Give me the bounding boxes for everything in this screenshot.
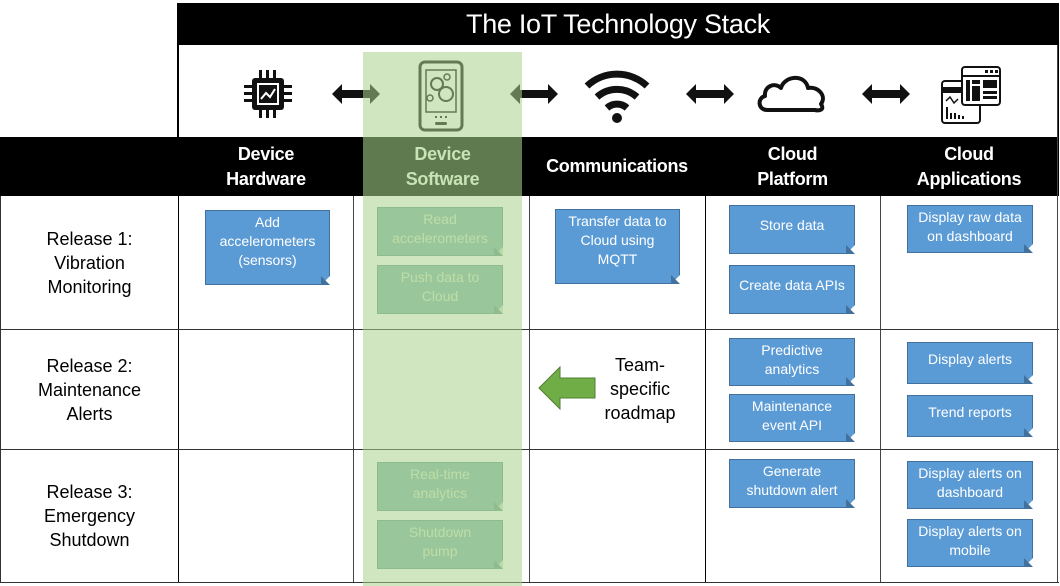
left-arrow-icon xyxy=(538,366,596,410)
note-predictive-analytics: Predictive analytics xyxy=(729,338,855,386)
column-header-device-hardware: Device Hardware xyxy=(226,143,306,189)
grid-line xyxy=(880,196,881,583)
column-header-device-software: Device Software xyxy=(405,143,480,189)
note-display-raw-data: Display raw data on dashboard xyxy=(907,205,1033,253)
cloud-icon xyxy=(755,70,829,114)
note-store-data: Store data xyxy=(729,205,855,254)
note-push-data-to-cloud: Push data to Cloud xyxy=(377,265,503,314)
grid-line xyxy=(0,582,1059,583)
note-shutdown-pump: Shutdown pump xyxy=(377,520,503,569)
team-specific-roadmap-label: Team-specific roadmap xyxy=(604,355,676,423)
grid-line xyxy=(1057,45,1058,583)
note-real-time-analytics: Real-time analytics xyxy=(377,462,503,511)
note-display-alerts-mobile: Display alerts on mobile xyxy=(907,519,1033,567)
note-create-data-apis: Create data APIs xyxy=(729,265,855,314)
note-read-accelerometers: Read accelerometers xyxy=(377,207,503,256)
column-header-cloud-platform: Cloud Platform xyxy=(757,143,828,189)
mobile-gears-icon xyxy=(417,60,465,132)
note-trend-reports: Trend reports xyxy=(907,395,1033,437)
bidirectional-arrow-icon xyxy=(332,83,380,105)
row-label-release-1: Release 1: Vibration Monitoring xyxy=(46,228,133,297)
note-add-accelerometers: Add accelerometers (sensors) xyxy=(205,210,330,285)
note-transfer-data-mqtt: Transfer data to Cloud using MQTT xyxy=(555,209,680,284)
bidirectional-arrow-icon xyxy=(686,83,734,105)
row-label-release-3: Release 3: Emergency Shutdown xyxy=(43,482,136,550)
note-generate-shutdown-alert: Generate shutdown alert xyxy=(729,459,855,508)
grid-line xyxy=(178,45,179,583)
column-header-cloud-applications: Cloud Applications xyxy=(916,143,1022,189)
note-maintenance-event-api: Maintenance event API xyxy=(729,394,855,442)
row-label-release-2: Release 2: Maintenance Alerts xyxy=(37,355,142,424)
wifi-icon xyxy=(584,66,650,124)
note-display-alerts: Display alerts xyxy=(907,342,1033,384)
grid-line xyxy=(529,196,530,583)
diagram-title: The IoT Technology Stack xyxy=(177,3,1059,45)
dashboard-icon xyxy=(940,65,1002,125)
grid-line xyxy=(705,196,706,583)
note-display-alerts-dashboard: Display alerts on dashboard xyxy=(907,461,1033,509)
chip-icon xyxy=(242,68,294,120)
bidirectional-arrow-icon xyxy=(862,83,910,105)
grid-line xyxy=(353,196,354,583)
bidirectional-arrow-icon xyxy=(510,83,558,105)
column-header-communications: Communications xyxy=(546,156,688,176)
